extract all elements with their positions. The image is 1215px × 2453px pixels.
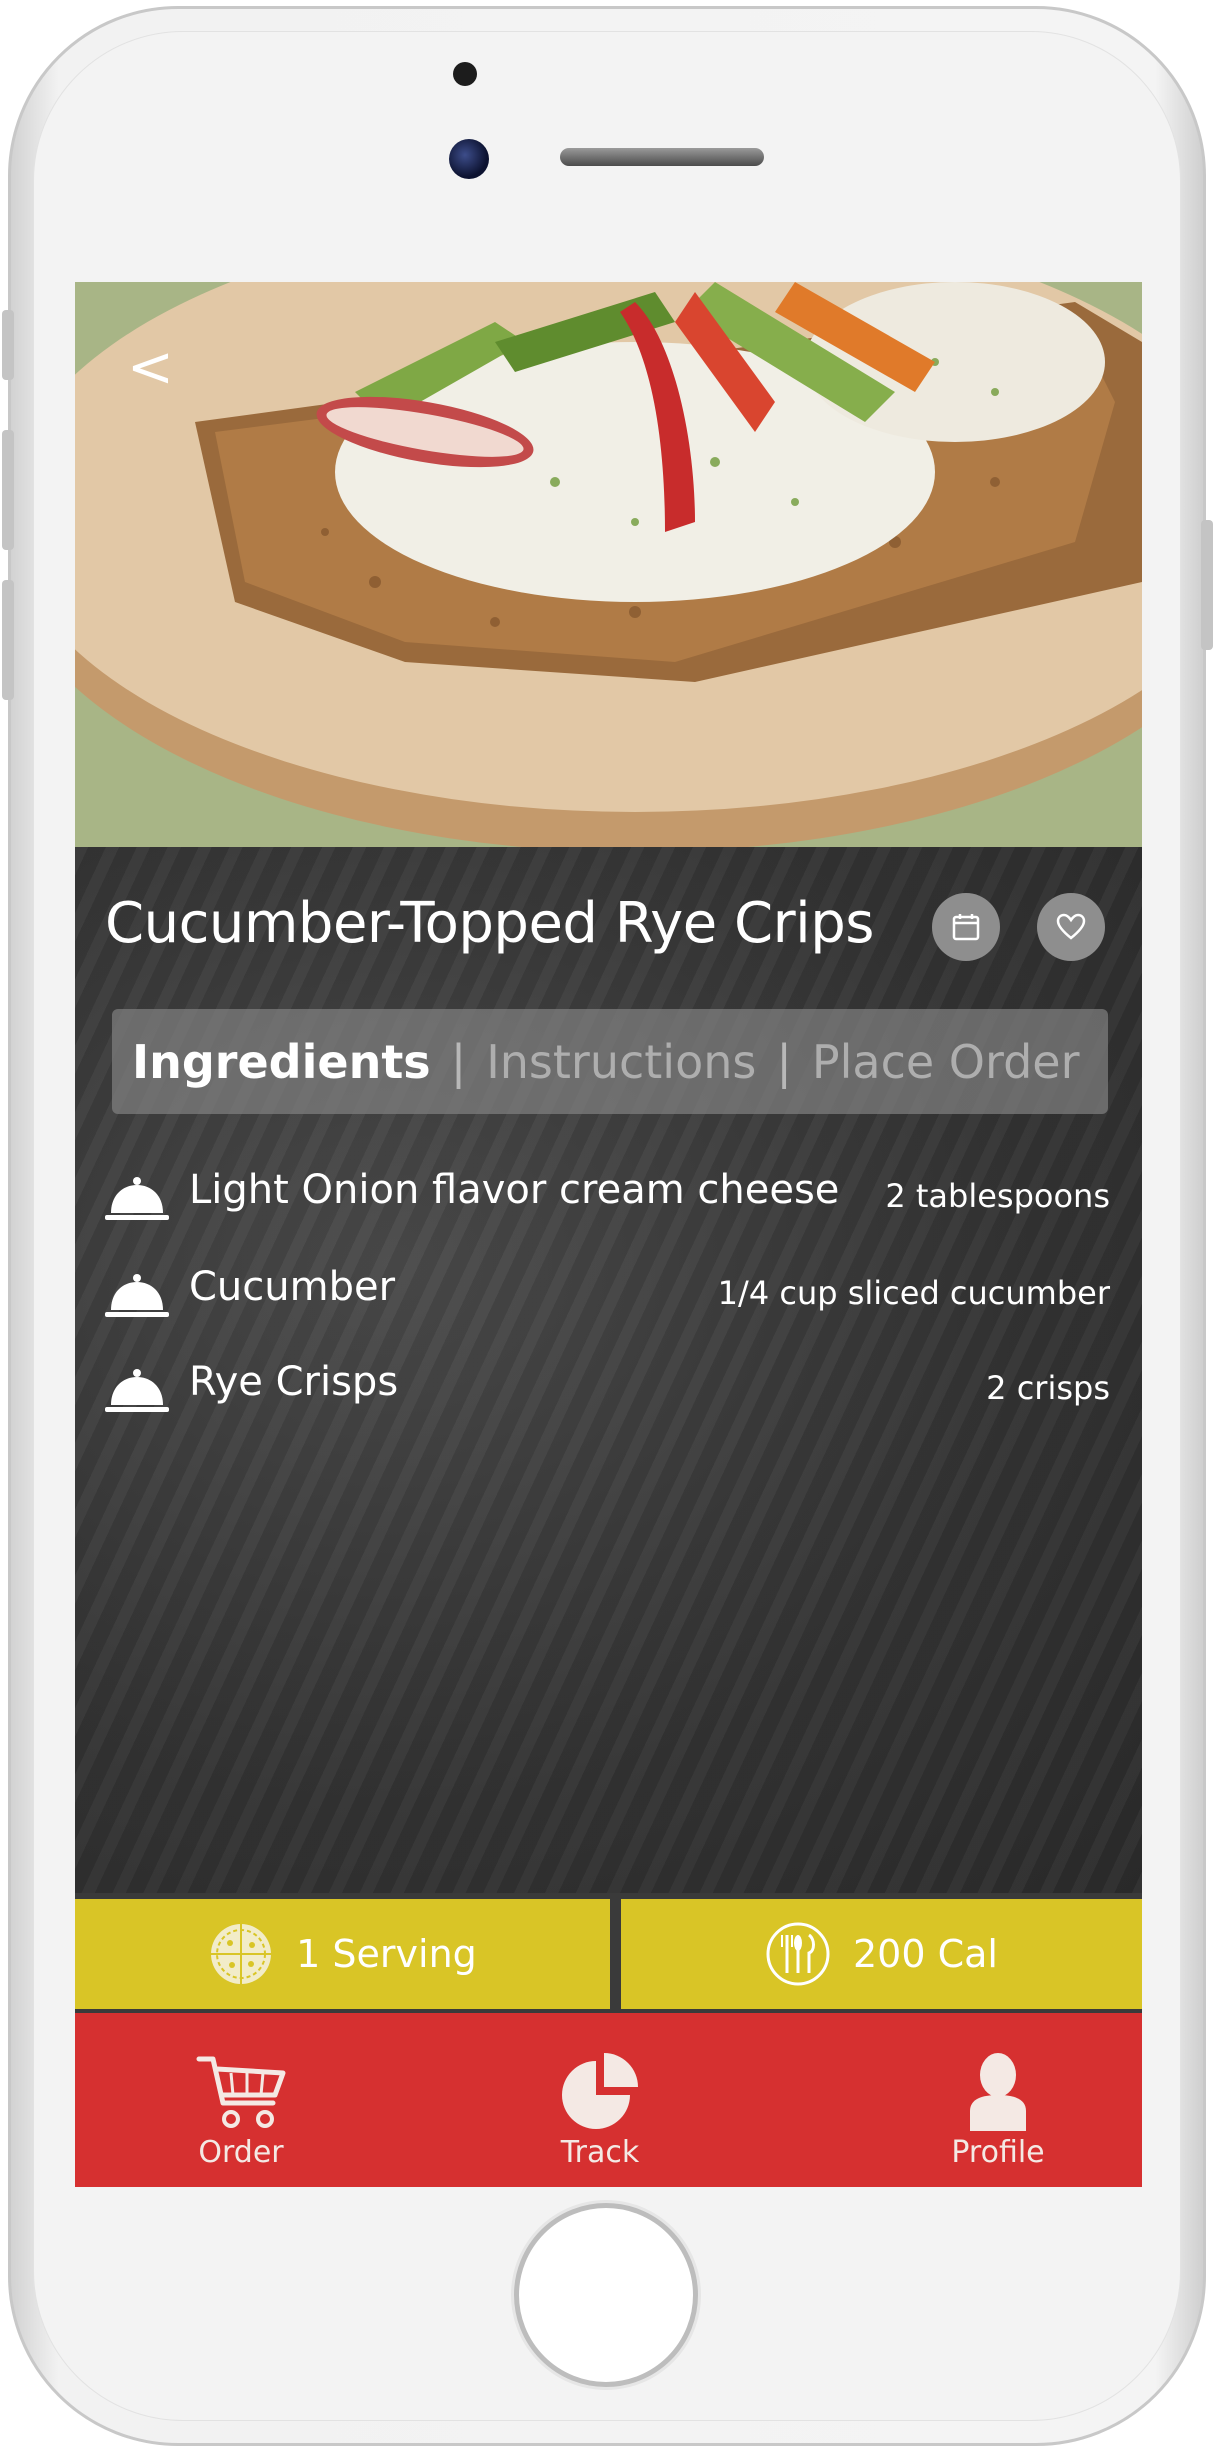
- calendar-icon: [952, 914, 980, 941]
- tab-separator: |: [776, 1034, 792, 1089]
- nutrition-bar: 1 Serving 200 Cal: [75, 1893, 1142, 2013]
- servings-tile[interactable]: 1 Serving: [75, 1899, 610, 2009]
- nav-item-order[interactable]: Order: [141, 2013, 341, 2187]
- calendar-button[interactable]: [932, 893, 1000, 961]
- recipe-photo-illustration: [75, 282, 1142, 847]
- plate-cutlery-icon: [766, 1922, 830, 1986]
- power-button: [1201, 520, 1213, 650]
- calories-tile[interactable]: 200 Cal: [621, 1899, 1142, 2009]
- home-button[interactable]: [514, 2203, 698, 2387]
- favorite-button[interactable]: [1037, 893, 1105, 961]
- ingredient-quantity: 2 tablespoons: [885, 1177, 1110, 1215]
- nav-item-track[interactable]: Track: [500, 2013, 700, 2187]
- pizza-icon: [211, 1924, 272, 1984]
- nav-item-profile[interactable]: Profile: [898, 2013, 1098, 2187]
- app-screen: < Cucumber-Topped Rye Crips Ingredients …: [75, 282, 1142, 2187]
- ingredient-name: Cucumber: [189, 1264, 396, 1310]
- ingredient-row: Cucumber 1/4 cup sliced cucumber: [105, 1262, 1110, 1332]
- recipe-tab-bar: Ingredients | Instructions | Place Order: [112, 1009, 1108, 1114]
- recipe-title: Cucumber-Topped Rye Crips: [105, 891, 874, 956]
- tab-place-order[interactable]: Place Order: [812, 1035, 1080, 1089]
- ingredient-quantity: 1/4 cup sliced cucumber: [717, 1274, 1110, 1312]
- tab-ingredients[interactable]: Ingredients: [132, 1035, 431, 1089]
- front-camera: [449, 139, 489, 179]
- tab-instructions[interactable]: Instructions: [486, 1035, 756, 1089]
- nav-label-track: Track: [560, 2135, 640, 2170]
- cart-icon: [196, 2056, 286, 2128]
- cloche-icon: [105, 1177, 169, 1220]
- servings-label: 1 Serving: [296, 1932, 477, 1976]
- recipe-detail-panel: Cucumber-Topped Rye Crips Ingredients | …: [75, 847, 1142, 1893]
- pie-chart-icon: [562, 2053, 638, 2129]
- calories-label: 200 Cal: [853, 1932, 998, 1976]
- mute-switch: [2, 310, 14, 380]
- ingredient-name: Light Onion flavor cream cheese: [189, 1167, 840, 1213]
- ingredient-row: Rye Crisps 2 crisps: [105, 1357, 1110, 1427]
- person-icon: [970, 2053, 1026, 2131]
- heart-icon: [1056, 913, 1086, 940]
- top-sensor: [453, 62, 477, 86]
- nav-label-profile: Profile: [951, 2135, 1045, 2170]
- tab-separator: |: [450, 1034, 467, 1089]
- back-chevron-icon[interactable]: <: [127, 340, 187, 400]
- earpiece-speaker: [560, 148, 764, 166]
- volume-up-button: [2, 430, 14, 550]
- cloche-icon: [105, 1369, 169, 1412]
- ingredient-quantity: 2 crisps: [986, 1369, 1110, 1407]
- cloche-icon: [105, 1274, 169, 1317]
- ingredient-name: Rye Crisps: [189, 1359, 399, 1405]
- volume-down-button: [2, 580, 14, 700]
- bottom-nav: Order Track Profile: [75, 2013, 1142, 2187]
- nav-label-order: Order: [198, 2135, 284, 2170]
- ingredient-row: Light Onion flavor cream cheese 2 tables…: [105, 1165, 1110, 1235]
- recipe-photo: <: [75, 282, 1142, 847]
